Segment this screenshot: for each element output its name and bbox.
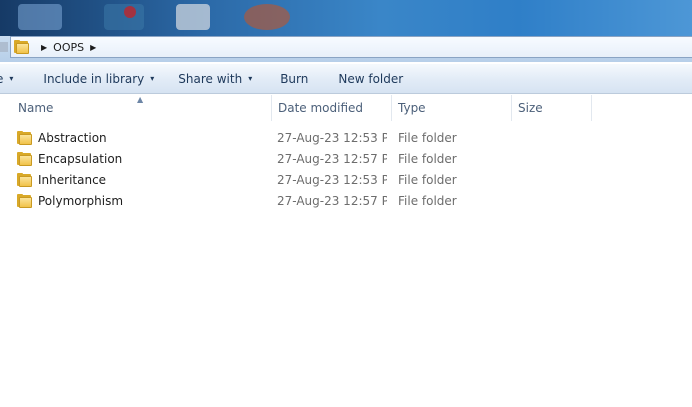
folder-icon [17, 151, 33, 166]
file-name-cell: Polymorphism [17, 190, 267, 211]
file-name-cell: Encapsulation [17, 148, 267, 169]
column-header-row: ▲ Name Date modified Type Size [0, 95, 692, 121]
file-name-cell: Inheritance [17, 169, 267, 190]
file-name: Polymorphism [38, 193, 124, 208]
file-type: File folder [398, 172, 457, 187]
back-button-edge[interactable] [0, 42, 8, 52]
organize-button[interactable]: e ▾ [0, 64, 23, 94]
share-with-label: Share with [178, 71, 243, 86]
blurred-taskbar-icon [176, 4, 210, 30]
burn-label: Burn [280, 71, 309, 86]
folder-icon [17, 193, 33, 208]
file-date-modified: 27-Aug-23 12:57 P... [277, 193, 387, 208]
blurred-badge-icon [124, 6, 136, 18]
column-header-size[interactable]: Size [512, 95, 592, 121]
file-type: File folder [398, 130, 457, 145]
file-date-modified: 27-Aug-23 12:57 P... [277, 151, 387, 166]
folder-icon [17, 130, 33, 145]
folder-icon [17, 172, 33, 187]
include-in-library-label: Include in library [43, 71, 145, 86]
column-header-date-modified[interactable]: Date modified [272, 95, 392, 121]
chevron-down-icon: ▾ [9, 74, 14, 83]
blurred-taskbar-icon [244, 4, 290, 30]
column-header-type[interactable]: Type [392, 95, 512, 121]
new-folder-label: New folder [338, 71, 404, 86]
address-bar[interactable]: ▶ OOPS ▶ [10, 36, 692, 58]
new-folder-button[interactable]: New folder [316, 64, 411, 94]
file-row[interactable]: Abstraction 27-Aug-23 12:53 P... File fo… [0, 127, 692, 148]
window-titlebar [0, 0, 692, 36]
burn-button[interactable]: Burn [260, 64, 316, 94]
chevron-down-icon: ▾ [248, 74, 253, 83]
breadcrumb-chevron-icon[interactable]: ▶ [90, 43, 96, 52]
file-row[interactable]: Inheritance 27-Aug-23 12:53 P... File fo… [0, 169, 692, 190]
breadcrumb-segment-oops[interactable]: OOPS [53, 41, 84, 54]
file-name: Abstraction [38, 130, 107, 145]
file-name-cell: Abstraction [17, 127, 267, 148]
share-with-button[interactable]: Share with ▾ [162, 64, 260, 94]
chevron-down-icon: ▾ [150, 74, 155, 83]
address-row: ▶ OOPS ▶ [0, 36, 692, 62]
file-name: Inheritance [38, 172, 107, 187]
column-header-name-label: Name [18, 101, 54, 115]
blurred-taskbar-icon [18, 4, 62, 30]
command-toolbar: e ▾ Include in library ▾ Share with ▾ Bu… [0, 64, 692, 94]
file-date-modified: 27-Aug-23 12:53 P... [277, 130, 387, 145]
file-type: File folder [398, 193, 457, 208]
column-header-type-label: Type [398, 101, 426, 115]
column-header-date-label: Date modified [278, 101, 364, 115]
file-date-modified: 27-Aug-23 12:53 P... [277, 172, 387, 187]
column-header-name[interactable]: Name [12, 95, 272, 121]
include-in-library-button[interactable]: Include in library ▾ [23, 64, 162, 94]
breadcrumb-chevron-icon[interactable]: ▶ [41, 43, 47, 52]
file-row[interactable]: Polymorphism 27-Aug-23 12:57 P... File f… [0, 190, 692, 211]
column-header-size-label: Size [518, 101, 543, 115]
file-list: Abstraction 27-Aug-23 12:53 P... File fo… [0, 127, 692, 211]
folder-icon [14, 40, 30, 54]
file-type: File folder [398, 151, 457, 166]
file-row[interactable]: Encapsulation 27-Aug-23 12:57 P... File … [0, 148, 692, 169]
file-name: Encapsulation [38, 151, 123, 166]
